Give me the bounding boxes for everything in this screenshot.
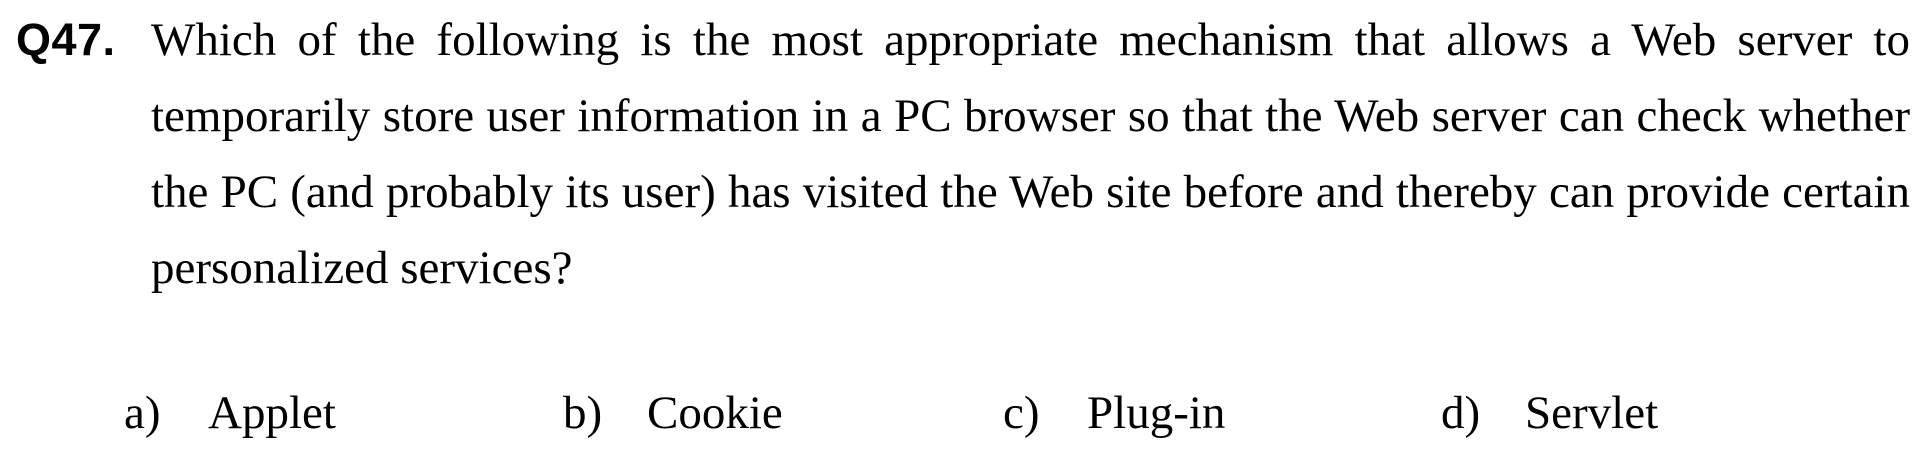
answer-options: a) Applet b) Cookie c) Plug-in d) Servlet bbox=[0, 378, 1920, 448]
option-a-letter: a) bbox=[124, 387, 161, 439]
option-b: b) Cookie bbox=[563, 378, 783, 448]
option-d: d) Servlet bbox=[1441, 378, 1658, 448]
option-a-text: Applet bbox=[208, 387, 336, 439]
question-text: Which of the following is the most appro… bbox=[151, 14, 1910, 294]
option-c-letter: c) bbox=[1003, 387, 1040, 439]
option-c-text: Plug-in bbox=[1087, 387, 1226, 439]
option-d-letter: d) bbox=[1441, 387, 1481, 439]
option-c: c) Plug-in bbox=[1003, 378, 1225, 448]
question-block: Q47. Which of the following is the most … bbox=[0, 0, 1920, 320]
option-b-text: Cookie bbox=[647, 387, 783, 439]
option-d-text: Servlet bbox=[1525, 387, 1659, 439]
option-b-letter: b) bbox=[563, 387, 603, 439]
option-a: a) Applet bbox=[124, 378, 336, 448]
question-number: Q47. bbox=[16, 14, 116, 65]
